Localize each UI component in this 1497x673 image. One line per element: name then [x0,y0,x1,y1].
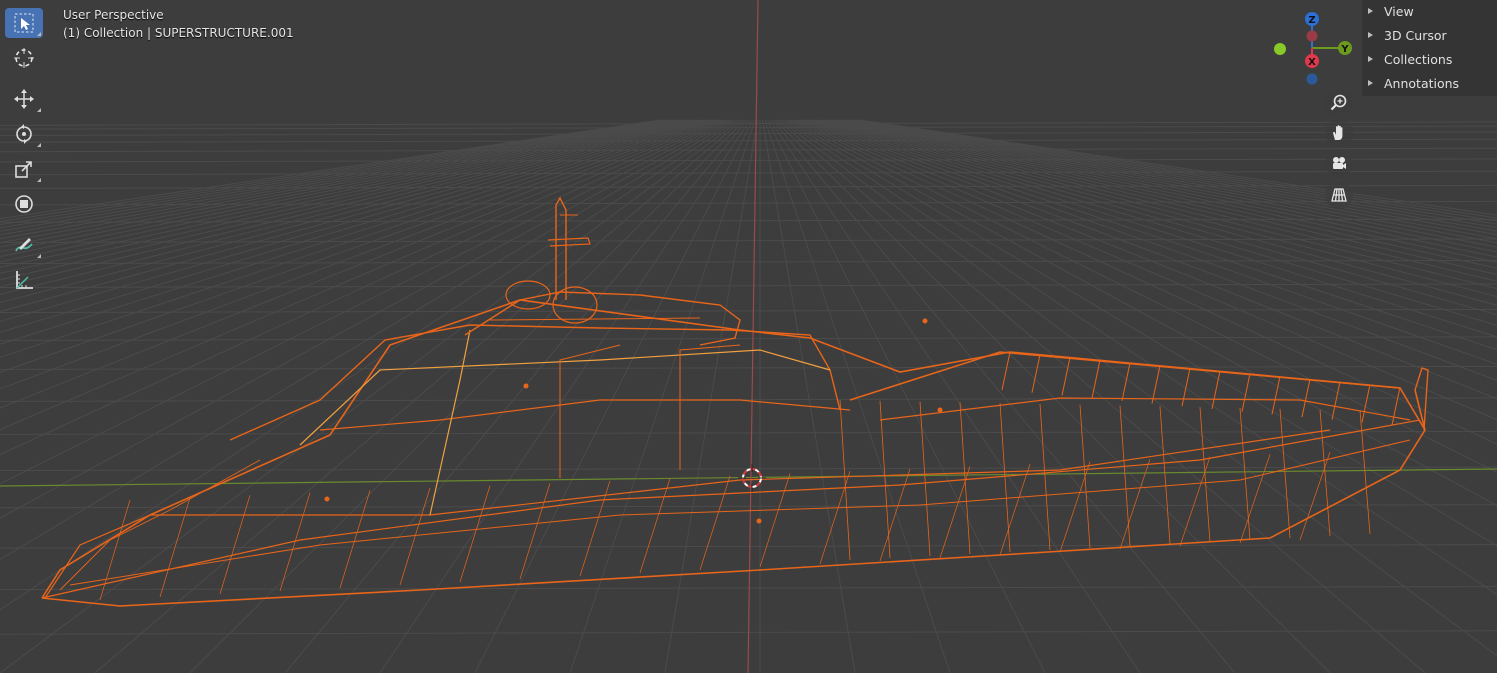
expand-triangle-icon [1368,32,1373,38]
gizmo-x-label: X [1308,57,1316,68]
hand-icon [1333,125,1343,140]
move-tool[interactable] [5,84,43,114]
transform-icon [15,195,33,213]
zoom-button[interactable] [1325,89,1353,117]
grid-icon [1331,188,1347,202]
annotate-icon [15,238,33,252]
sidebar-item-label: Annotations [1384,75,1460,91]
sidebar-item-collections[interactable]: Collections [1368,49,1452,69]
gizmo-neg-y[interactable] [1274,43,1286,55]
3d-viewport[interactable]: User Perspective (1) Collection | SUPERS… [0,0,1497,673]
collection-info-label: (1) Collection | SUPERSTRUCTURE.001 [63,26,294,40]
navigation-gizmo[interactable]: Z Y X [1264,8,1358,92]
transform-tool[interactable] [5,189,43,219]
sidebar-item-label: Collections [1384,51,1453,67]
pan-button[interactable] [1325,119,1353,147]
viewport-scene [0,0,1497,673]
move-icon [14,89,34,109]
perspective-toggle-button[interactable] [1325,181,1353,209]
annotate-tool[interactable] [5,230,43,260]
x-axis-line [747,0,759,673]
sidebar-item-3d-cursor[interactable]: 3D Cursor [1368,25,1447,45]
cursor-icon [14,48,34,68]
camera-button[interactable] [1325,150,1353,178]
rotate-icon [16,124,32,144]
cursor-tool[interactable] [5,43,43,73]
measure-tool[interactable] [5,265,43,295]
view-name-label: User Perspective [63,8,164,22]
sidebar-panel: View 3D Cursor Collections Annotations [1362,0,1497,96]
expand-triangle-icon [1368,80,1373,86]
sidebar-item-label: View [1384,3,1414,19]
gizmo-z-label: Z [1308,15,1315,26]
gizmo-neg-z[interactable] [1306,73,1318,85]
zoom-icon [1330,94,1347,111]
select-box-icon [14,13,34,33]
sidebar-item-label: 3D Cursor [1384,27,1447,43]
gizmo-y-label: Y [1340,44,1349,55]
y-axis-line [0,468,1497,487]
expand-triangle-icon [1368,56,1373,62]
measure-icon [16,271,33,289]
scale-icon [15,161,32,178]
origin-points [324,318,943,524]
floor-grid [0,119,1497,673]
scale-tool[interactable] [5,154,43,184]
camera-icon [1333,157,1346,169]
select-box-tool[interactable] [5,8,43,38]
gizmo-neg-x[interactable] [1306,30,1318,42]
expand-triangle-icon [1368,8,1373,14]
rotate-tool[interactable] [5,119,43,149]
sidebar-item-view[interactable]: View [1368,1,1414,21]
sidebar-item-annotations[interactable]: Annotations [1368,73,1459,93]
